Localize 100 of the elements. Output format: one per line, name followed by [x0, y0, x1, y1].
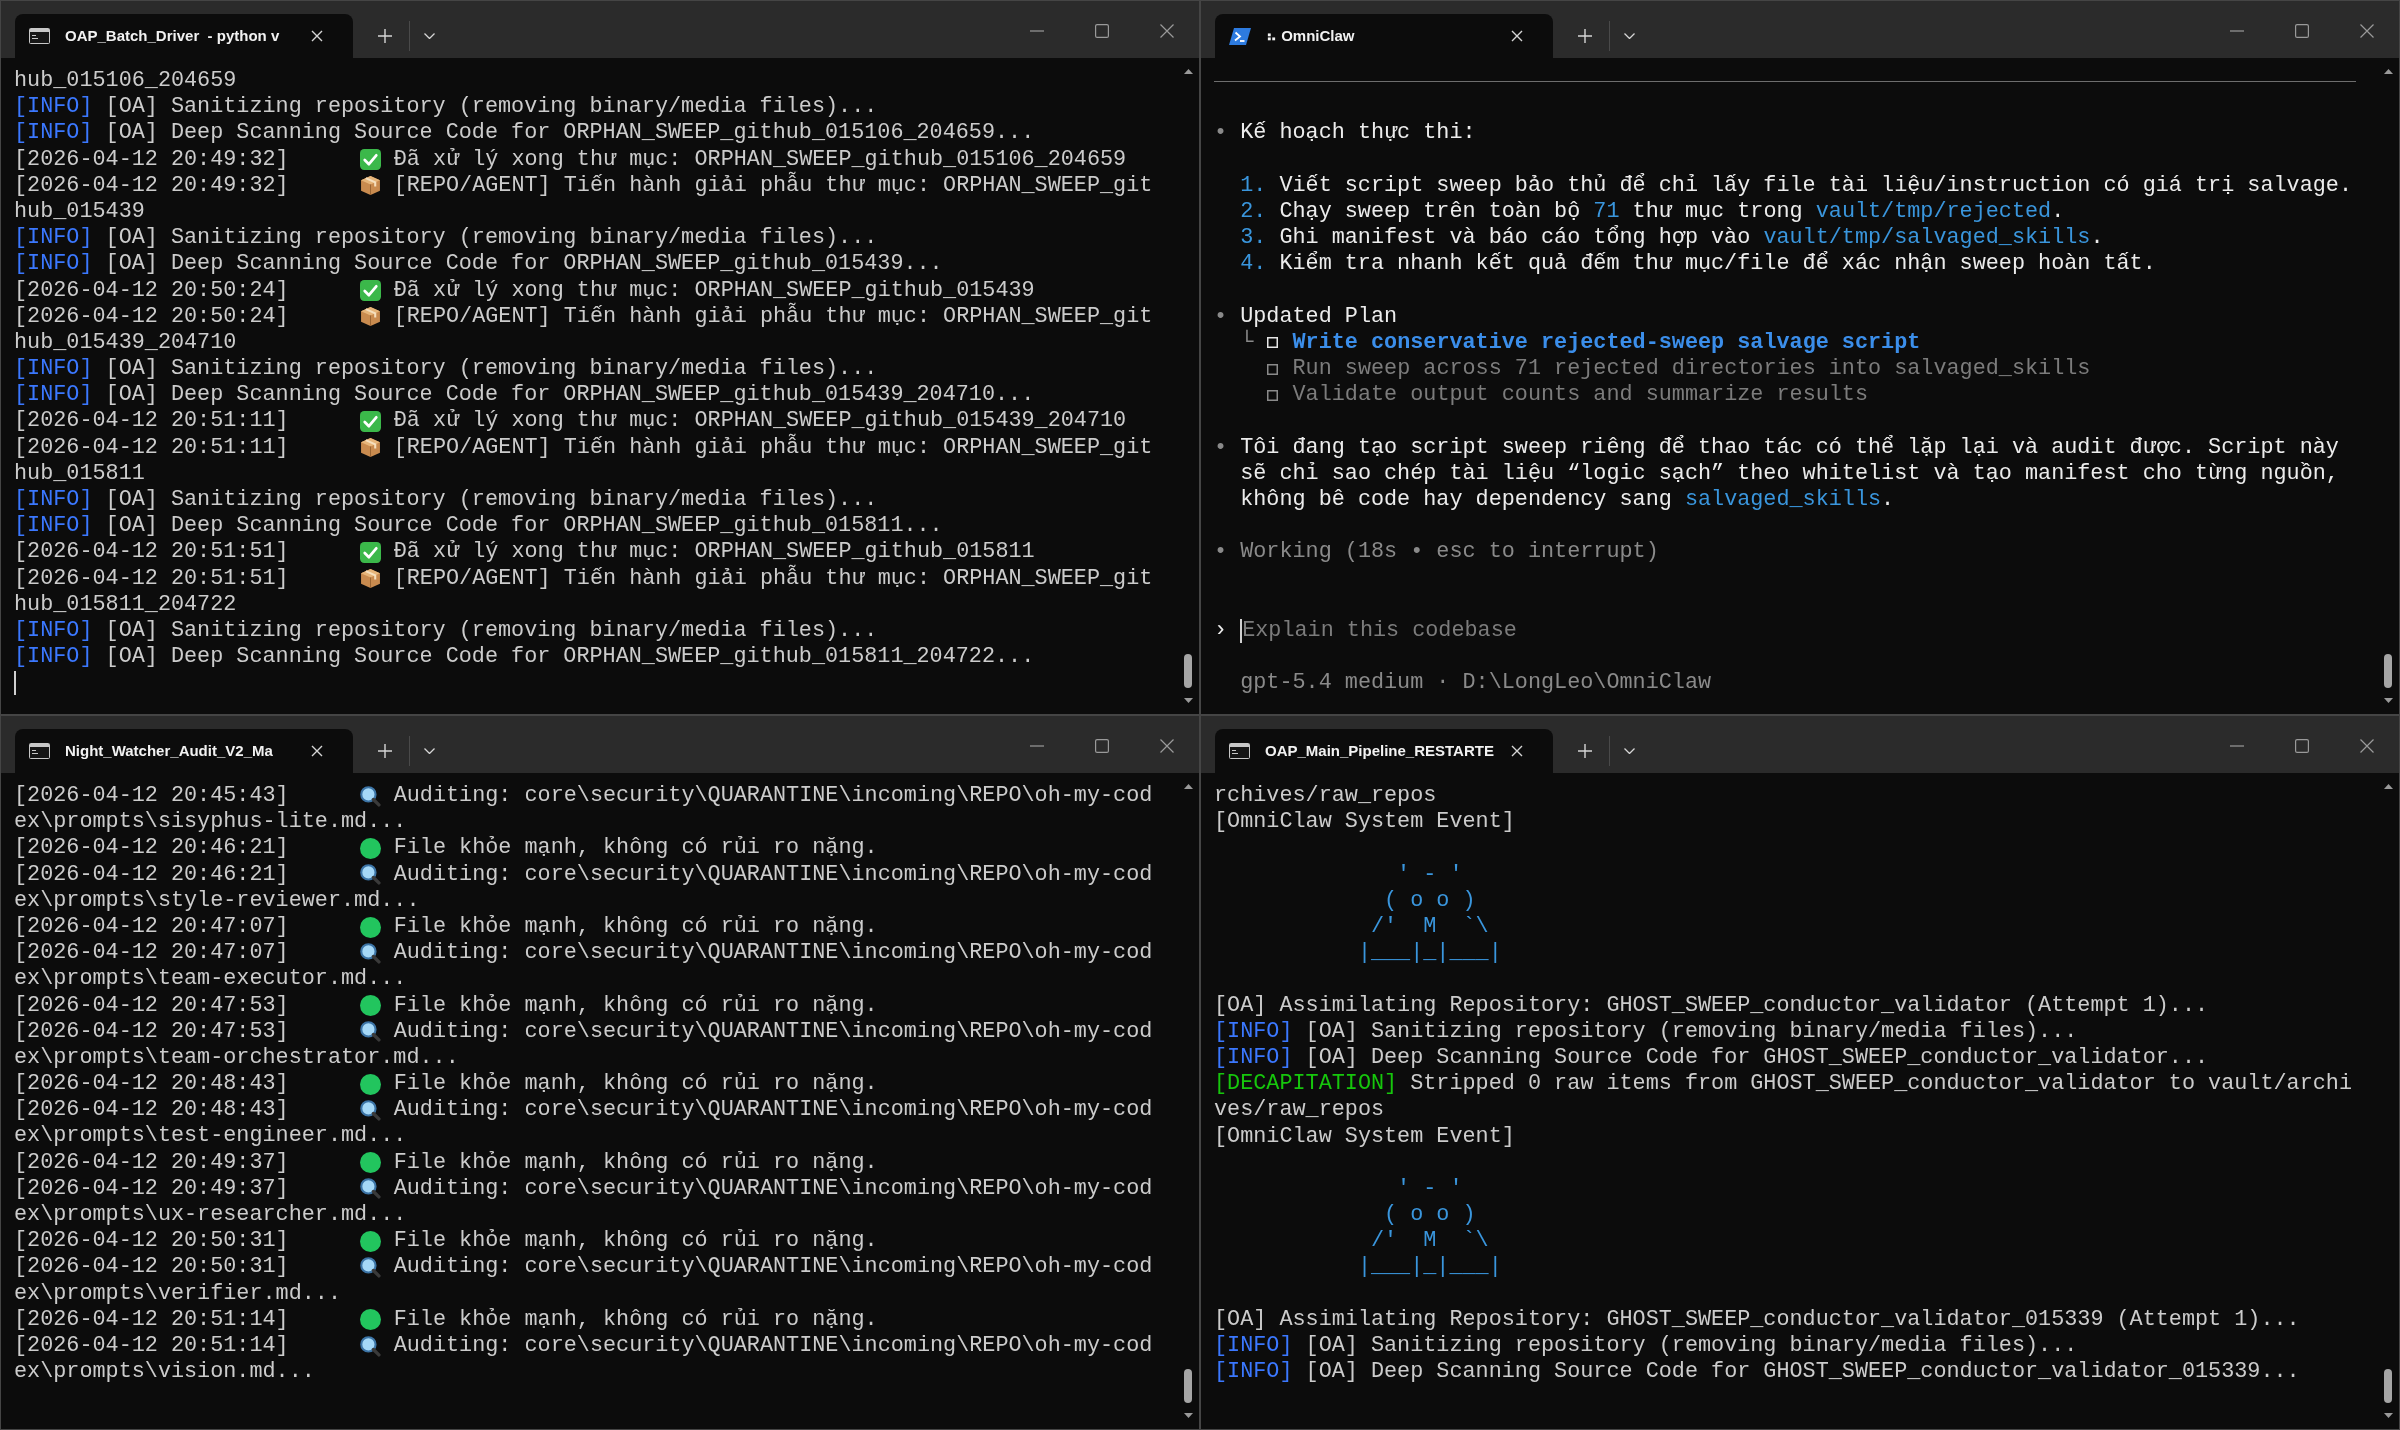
close-tab-icon[interactable]	[1511, 745, 1523, 757]
log-line: hub_015439_204710	[14, 329, 237, 357]
scrollbar-thumb[interactable]	[2384, 654, 2392, 688]
log-line: hub_015439	[14, 198, 145, 226]
scroll-up-icon[interactable]	[1183, 69, 1193, 74]
package-icon	[359, 175, 381, 197]
plan-title: Updated Plan	[1240, 303, 1398, 329]
close-tab-icon[interactable]	[311, 30, 323, 42]
log-level-tag: [INFO]	[14, 382, 93, 409]
list-number: 2.	[1240, 198, 1268, 226]
log-level-tag: [INFO]	[1214, 1333, 1293, 1360]
magnifier-icon	[359, 1021, 381, 1043]
scroll-down-icon[interactable]	[1183, 1413, 1193, 1418]
prompt-symbol: ›	[1214, 618, 1229, 645]
prompt-input[interactable]: Explain this codebase	[1242, 618, 1943, 645]
log-message: Đã xử lý xong thư mục: ORPHAN_SWEEP_github_015439	[393, 277, 1035, 303]
log-line: [OA] Assimilating Repository: GHOST_SWEEP_conductor_validator_015339 (Attempt 1)...	[1214, 1306, 2300, 1334]
scroll-down-icon[interactable]	[2383, 1413, 2393, 1418]
log-line: ex\prompts\vision.md...	[14, 1359, 315, 1386]
close-icon[interactable]	[1160, 739, 1174, 753]
chevron-down-icon[interactable]	[424, 748, 435, 754]
log-message: File khỏe mạnh, không có rủi ro nặng.	[393, 913, 878, 941]
plus-icon[interactable]	[378, 744, 392, 758]
close-tab-icon[interactable]	[1511, 30, 1523, 42]
check-icon	[359, 280, 381, 302]
close-icon[interactable]	[2360, 739, 2374, 753]
list-item-text: Viết script sweep bảo thủ để chỉ lấy file tài liệu/instruction có giá trị salvage.	[1279, 172, 2352, 199]
log-timestamp: [2026-04-12 20:49:37]	[14, 1149, 289, 1176]
log-message: [OA] Sanitizing repository (removing binary/media files)...	[105, 487, 878, 514]
magnifier-icon	[359, 785, 381, 807]
maximize-icon[interactable]	[1095, 24, 1109, 38]
scroll-up-icon[interactable]	[2383, 784, 2393, 789]
log-message: File khỏe mạnh, không có rủi ro nặng.	[393, 992, 878, 1019]
log-message: Đã xử lý xong thư mục: ORPHAN_SWEEP_github_015106_204659	[393, 146, 1127, 172]
scrollbar-thumb[interactable]	[1184, 654, 1192, 688]
log-message: File khỏe mạnh, không có rủi ro nặng.	[393, 1071, 878, 1098]
log-timestamp: [2026-04-12 20:48:43]	[14, 1071, 289, 1098]
log-message: [OA] Deep Scanning Source Code for ORPHAN_SWEEP_github_015811_204722...	[105, 644, 1035, 671]
log-line: [OmniClaw System Event]	[1214, 809, 1515, 836]
log-message: Auditing: core\security\QUARANTINE\incoming\REPO\oh-my-cod	[393, 861, 1153, 888]
bullet: •	[1214, 539, 1229, 566]
log-timestamp: [2026-04-12 20:50:24]	[14, 277, 289, 304]
chevron-down-icon[interactable]	[1624, 748, 1635, 754]
close-tab-icon[interactable]	[311, 745, 323, 757]
scrollbar-thumb[interactable]	[2384, 1369, 2392, 1403]
log-line: ex\prompts\ux-researcher.md...	[14, 1202, 407, 1229]
log-level-tag: [DECAPITATION]	[1214, 1071, 1398, 1098]
scroll-down-icon[interactable]	[2383, 698, 2393, 703]
log-timestamp: [2026-04-12 20:51:11]	[14, 434, 289, 461]
status-dot-icon	[359, 1309, 381, 1331]
list-number: 3.	[1240, 225, 1268, 252]
status-dot-icon	[359, 1152, 381, 1174]
magnifier-icon	[359, 1099, 381, 1121]
log-message: [OA] Deep Scanning Source Code for GHOST_SWEEP_conductor_validator_015339...	[1305, 1359, 2300, 1386]
list-number: 1.	[1240, 172, 1268, 199]
log-level-tag: [INFO]	[14, 120, 93, 147]
magnifier-icon	[359, 1256, 381, 1278]
log-line: ex\prompts\test-engineer.md...	[14, 1123, 407, 1150]
plan-item-text: Run sweep across 71 rejected directories into salvaged_skills	[1292, 356, 2091, 383]
terminal-tab[interactable]: ⠦ OmniClaw	[1215, 14, 1553, 58]
scroll-down-icon[interactable]	[1183, 698, 1193, 703]
log-message: [REPO/AGENT] Tiến hành giải phẫu thư mục: ORPHAN_SWEEP_git	[393, 172, 1153, 199]
plus-icon[interactable]	[378, 29, 392, 43]
log-level-tag: [INFO]	[14, 487, 93, 514]
status-dot-icon	[359, 916, 381, 938]
chevron-down-icon[interactable]	[1624, 33, 1635, 39]
maximize-icon[interactable]	[2295, 739, 2309, 753]
log-message: [REPO/AGENT] Tiến hành giải phẫu thư mục: ORPHAN_SWEEP_git	[393, 434, 1153, 461]
plus-icon[interactable]	[1578, 744, 1592, 758]
log-message: [OA] Sanitizing repository (removing binary/media files)...	[105, 225, 878, 252]
scroll-up-icon[interactable]	[2383, 69, 2393, 74]
plus-icon[interactable]	[1578, 29, 1592, 43]
log-level-tag: [INFO]	[14, 94, 93, 121]
log-message: Auditing: core\security\QUARANTINE\incoming\REPO\oh-my-cod	[393, 783, 1153, 810]
log-level-tag: [INFO]	[14, 356, 93, 383]
log-line: ex\prompts\verifier.md...	[14, 1280, 341, 1307]
log-level-tag: [INFO]	[14, 617, 93, 645]
terminal-tab[interactable]: Night_Watcher_Audit_V2_Ma	[15, 729, 353, 773]
log-timestamp: [2026-04-12 20:47:53]	[14, 1018, 289, 1045]
model-status: gpt-5.4 medium · D:\LongLeo\OmniClaw	[1239, 670, 1712, 697]
log-timestamp: [2026-04-12 20:47:07]	[14, 913, 289, 941]
log-message: [OA] Deep Scanning Source Code for ORPHAN_SWEEP_github_015439...	[105, 251, 943, 278]
maximize-icon[interactable]	[2295, 24, 2309, 38]
log-message: Đã xử lý xong thư mục: ORPHAN_SWEEP_github_015439_204710	[393, 408, 1127, 434]
scroll-up-icon[interactable]	[1183, 784, 1193, 789]
log-timestamp: [2026-04-12 20:51:51]	[14, 539, 289, 566]
log-line: ex\prompts\team-orchestrator.md...	[14, 1044, 459, 1072]
log-line: ex\prompts\style-reviewer.md...	[14, 887, 420, 914]
log-message: [OA] Deep Scanning Source Code for ORPHAN_SWEEP_github_015106_204659...	[105, 120, 1035, 147]
close-icon[interactable]	[2360, 24, 2374, 38]
terminal-tab[interactable]: OAP_Main_Pipeline_RESTARTE	[1215, 729, 1553, 773]
maximize-icon[interactable]	[1095, 739, 1109, 753]
log-timestamp: [2026-04-12 20:51:11]	[14, 408, 289, 435]
status-dot-icon	[359, 837, 381, 859]
chevron-down-icon[interactable]	[424, 33, 435, 39]
log-message: Auditing: core\security\QUARANTINE\incoming\REPO\oh-my-cod	[393, 940, 1153, 967]
scrollbar-thumb[interactable]	[1184, 1369, 1192, 1403]
log-message: [REPO/AGENT] Tiến hành giải phẫu thư mục: ORPHAN_SWEEP_git	[393, 565, 1153, 592]
close-icon[interactable]	[1160, 24, 1174, 38]
terminal-tab[interactable]: OAP_Batch_Driver - python v	[15, 14, 353, 58]
